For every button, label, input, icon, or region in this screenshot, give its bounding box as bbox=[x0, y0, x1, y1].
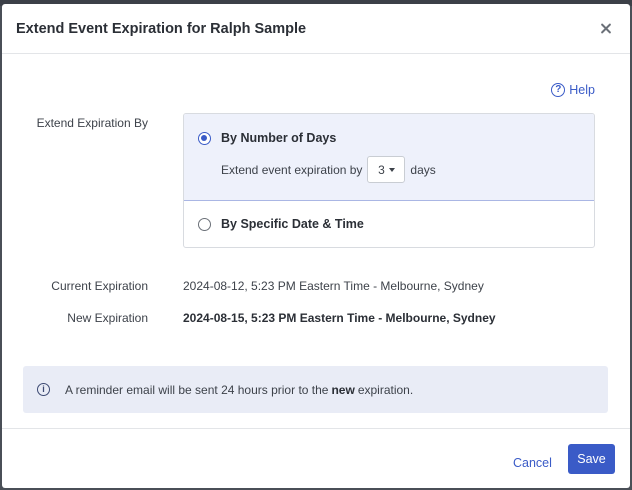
option-by-days[interactable]: By Number of Days Extend event expiratio… bbox=[184, 114, 594, 201]
info-banner: i A reminder email will be sent 24 hours… bbox=[23, 366, 608, 413]
option-date-row[interactable]: By Specific Date & Time bbox=[198, 217, 364, 231]
days-suffix-text: days bbox=[410, 162, 436, 177]
current-expiration-value: 2024-08-12, 5:23 PM Eastern Time - Melbo… bbox=[183, 279, 484, 293]
close-icon[interactable] bbox=[598, 21, 614, 37]
option-days-label: By Number of Days bbox=[221, 131, 337, 145]
info-text-before: A reminder email will be sent 24 hours p… bbox=[65, 382, 329, 397]
extend-prefix-text: Extend event expiration by bbox=[221, 162, 363, 177]
dialog-footer: Cancel Save bbox=[2, 428, 630, 488]
current-expiration-label: Current Expiration bbox=[51, 279, 148, 293]
cancel-button[interactable]: Cancel bbox=[513, 456, 552, 470]
question-circle-icon: ? bbox=[551, 83, 566, 97]
days-value: 3 bbox=[378, 162, 385, 177]
days-select[interactable]: 3 bbox=[367, 156, 406, 183]
help-link[interactable]: ? Help bbox=[551, 83, 595, 97]
extend-expiration-dialog: Extend Event Expiration for Ralph Sample… bbox=[2, 4, 630, 488]
help-label: Help bbox=[569, 83, 595, 97]
option-date-label: By Specific Date & Time bbox=[221, 217, 364, 231]
radio-by-days[interactable] bbox=[198, 131, 211, 145]
extend-by-label: Extend Expiration By bbox=[36, 116, 148, 130]
info-circle-icon: i bbox=[37, 383, 50, 396]
new-expiration-value: 2024-08-15, 5:23 PM Eastern Time - Melbo… bbox=[183, 311, 496, 325]
option-by-date[interactable]: By Specific Date & Time bbox=[184, 201, 594, 247]
extend-days-row: Extend event expiration by 3 days bbox=[221, 156, 436, 183]
dialog-header: Extend Event Expiration for Ralph Sample bbox=[2, 4, 630, 54]
expiration-options: By Number of Days Extend event expiratio… bbox=[183, 113, 595, 248]
radio-by-date[interactable] bbox=[198, 217, 211, 231]
option-days-row[interactable]: By Number of Days bbox=[198, 131, 336, 145]
info-text-after: expiration. bbox=[357, 382, 414, 397]
caret-down-icon bbox=[388, 167, 395, 172]
save-button[interactable]: Save bbox=[568, 444, 615, 474]
new-expiration-label: New Expiration bbox=[67, 311, 148, 325]
info-text-strong: new bbox=[331, 382, 355, 397]
dialog-title: Extend Event Expiration for Ralph Sample bbox=[16, 20, 307, 37]
